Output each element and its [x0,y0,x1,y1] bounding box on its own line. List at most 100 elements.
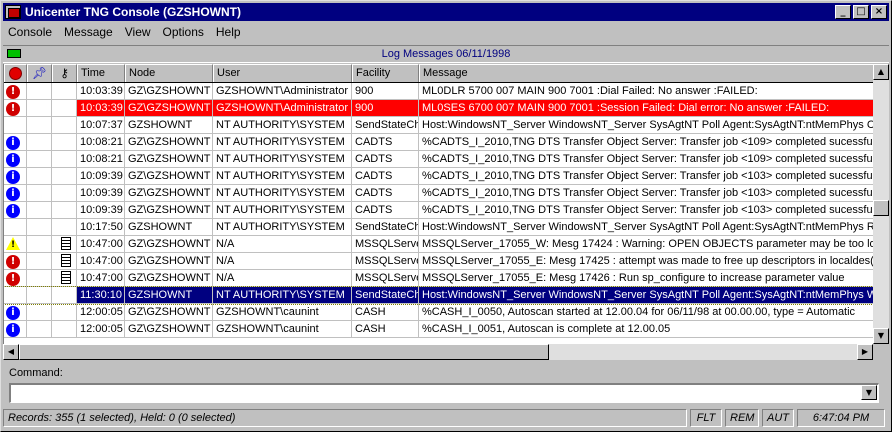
hold-cell [27,236,52,252]
error-icon: ! [6,272,20,286]
facility-cell: CADTS [352,168,419,184]
facility-cell: CASH [352,304,419,320]
table-row[interactable]: 11:30:10 GZSHOWNT NT AUTHORITY\SYSTEM SendS… [4,286,873,305]
user-cell: GZSHOWNT\Administrator [213,83,352,99]
time-cell: 11:30:10 [77,287,125,303]
table-row[interactable]: i 12:00:05 GZ\GZSHOWNT GZSHOWNT\caunint CASH… [4,321,873,338]
severity-cell [4,117,27,133]
info-icon: i [6,153,20,167]
table-row[interactable]: 10:17:50 GZSHOWNT NT AUTHORITY\SYSTEM SendS… [4,219,873,236]
hold-cell [27,100,52,116]
table-row[interactable]: i 10:08:21 GZ\GZSHOWNT NT AUTHORITY\SYSTEM C… [4,134,873,151]
key-icon: ⚷ [60,66,69,80]
command-input[interactable] [9,383,879,403]
command-label: Command: [9,367,63,379]
status-aut: AUT [762,409,794,427]
minimize-button[interactable]: _ [835,5,851,19]
close-button[interactable]: × [871,5,887,19]
annotation-cell [52,253,77,269]
severity-cell: i [4,321,27,337]
message-cell: MSSQLServer_17055_E: Mesg 17425 : attemp… [422,255,873,267]
menu-help[interactable]: Help [210,25,247,39]
user-cell: N/A [213,270,352,286]
table-row[interactable]: i 12:00:05 GZ\GZSHOWNT GZSHOWNT\caunint CASH… [4,304,873,321]
table-row[interactable]: ! 10:03:39 GZ\GZSHOWNT GZSHOWNT\Administrat… [4,100,873,117]
table-row[interactable]: 10:07:37 GZSHOWNT NT AUTHORITY\SYSTEM SendS… [4,117,873,134]
time-cell: 10:09:39 [77,185,125,201]
info-icon: i [6,170,20,184]
command-dropdown-button[interactable]: ▼ [861,385,877,400]
menu-console[interactable]: Console [3,25,58,39]
time-cell: 10:09:39 [77,168,125,184]
table-row[interactable]: i 10:09:39 GZ\GZSHOWNT NT AUTHORITY\SYSTEM C… [4,168,873,185]
status-clock: 6:47:04 PM [797,409,885,427]
info-icon: i [6,323,20,337]
hold-cell [27,185,52,201]
table-row[interactable]: ! 10:47:00 GZ\GZSHOWNT N/A MSSQLServe MSSQLSe… [4,270,873,287]
menu-message[interactable]: Message [58,25,119,39]
title-bar[interactable]: Unicenter TNG Console (GZSHOWNT) _ □ × [3,3,889,21]
horizontal-scrollbar[interactable]: ◀ ▶ [3,344,873,360]
severity-column-header[interactable] [4,64,27,82]
annotation-cell [52,202,77,218]
vertical-scroll-thumb[interactable] [873,200,889,216]
hold-column-header[interactable]: 📌︎ [27,64,52,82]
scroll-left-button[interactable]: ◀ [3,344,19,360]
grid-body: ! 10:03:39 GZ\GZSHOWNT GZSHOWNT\Administrat… [4,83,873,338]
node-column-header[interactable]: Node [125,64,213,82]
node-cell: GZ\GZSHOWNT [125,168,213,184]
info-icon: i [6,204,20,218]
time-cell: 10:47:00 [77,236,125,252]
message-column-header[interactable]: Message [419,64,873,82]
document-icon[interactable] [61,254,71,267]
severity-cell: i [4,168,27,184]
table-row[interactable]: i 10:09:39 GZ\GZSHOWNT NT AUTHORITY\SYSTEM C… [4,202,873,219]
time-column-header[interactable]: Time [77,64,125,82]
info-icon: i [6,136,20,150]
hold-cell [27,83,52,99]
user-cell: NT AUTHORITY\SYSTEM [213,185,352,201]
scroll-right-button[interactable]: ▶ [857,344,873,360]
status-flag-icon[interactable] [7,49,21,58]
horizontal-scroll-thumb[interactable] [19,344,549,360]
log-title: Log Messages 06/11/1998 [381,48,511,60]
annotation-cell [52,287,77,303]
vertical-scrollbar[interactable]: ▲ ▼ [873,64,889,344]
node-cell: GZ\GZSHOWNT [125,270,213,286]
grid-header: 📌︎ ⚷ Time Node User Facility Message [4,64,873,83]
document-icon[interactable] [61,237,71,250]
status-rem: REM [725,409,759,427]
time-cell: 10:03:39 [77,100,125,116]
facility-cell: CADTS [352,134,419,150]
maximize-button[interactable]: □ [853,5,869,19]
annotation-cell [52,270,77,286]
table-row[interactable]: ! 10:03:39 GZ\GZSHOWNT GZSHOWNT\Administrat… [4,83,873,100]
table-row[interactable]: i 10:09:39 GZ\GZSHOWNT NT AUTHORITY\SYSTEM C… [4,185,873,202]
document-icon[interactable] [61,271,71,284]
facility-cell: MSSQLServe [352,253,419,269]
time-cell: 12:00:05 [77,321,125,337]
annotation-column-header[interactable]: ⚷ [52,64,77,82]
menu-view[interactable]: View [119,25,157,39]
severity-cell: ! [4,236,27,252]
app-icon[interactable] [5,5,21,19]
scroll-up-button[interactable]: ▲ [873,64,889,80]
annotation-cell [52,151,77,167]
scroll-down-button[interactable]: ▼ [873,328,889,344]
menu-options[interactable]: Options [157,25,210,39]
table-row[interactable]: i 10:08:21 GZ\GZSHOWNT NT AUTHORITY\SYSTEM C… [4,151,873,168]
severity-cell: ! [4,100,27,116]
severity-cell [4,219,27,235]
severity-cell: i [4,185,27,201]
user-column-header[interactable]: User [213,64,352,82]
annotation-cell [52,134,77,150]
table-row[interactable]: ! 10:47:00 GZ\GZSHOWNT N/A MSSQLServe MSSQLSe… [4,253,873,270]
info-icon: i [6,306,20,320]
table-row[interactable]: ! 10:47:00 GZ\GZSHOWNT N/A MSSQLServe MSSQLSe… [4,236,873,253]
message-cell: Host:WindowsNT_Server WindowsNT_Server S… [422,221,873,233]
window-title: Unicenter TNG Console (GZSHOWNT) [25,5,241,19]
message-cell: MSSQLServer_17055_E: Mesg 17426 : Run sp… [422,272,845,284]
node-cell: GZSHOWNT [125,219,213,235]
info-icon: i [6,187,20,201]
facility-column-header[interactable]: Facility [352,64,419,82]
